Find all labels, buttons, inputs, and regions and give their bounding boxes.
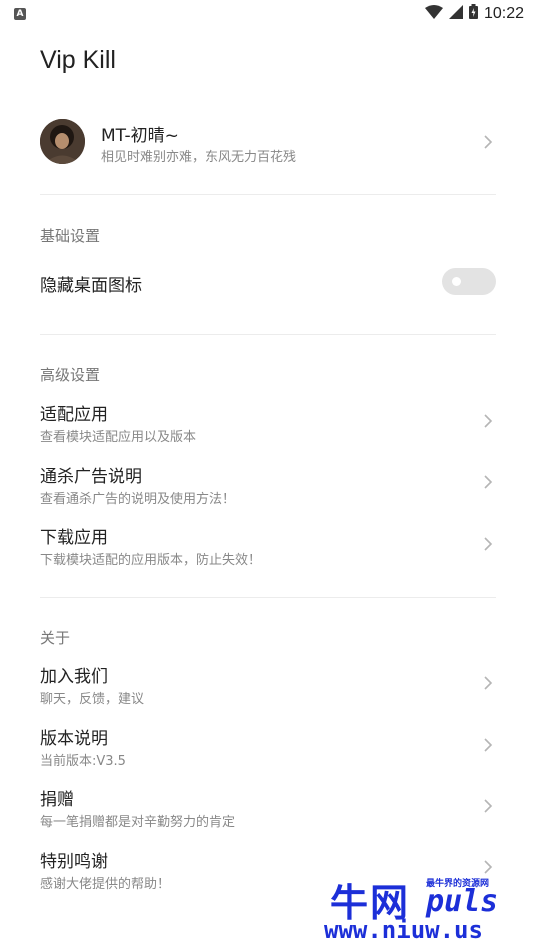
hide-icon-label: 隐藏桌面图标 — [40, 276, 142, 296]
chevron-right-icon — [482, 535, 494, 553]
section-title-basic: 基础设置 — [40, 227, 101, 245]
list-item-title: 通杀广告说明 — [40, 467, 142, 487]
chevron-right-icon — [482, 412, 494, 430]
toggle-knob — [452, 277, 461, 286]
list-item-subtitle: 当前版本:V3.5 — [40, 754, 126, 769]
list-item-subtitle: 每一笔捐赠都是对辛勤努力的肯定 — [40, 815, 236, 830]
list-item-title: 特别鸣谢 — [40, 852, 108, 872]
battery-icon — [468, 4, 478, 23]
list-item-subtitle: 查看通杀广告的说明及使用方法！ — [40, 492, 236, 507]
divider — [40, 194, 496, 195]
chevron-right-icon — [482, 797, 494, 815]
divider — [40, 334, 496, 335]
list-item-title: 下载应用 — [40, 528, 108, 548]
list-item-subtitle: 感谢大佬提供的帮助！ — [40, 877, 171, 892]
status-icons: 10:22 — [424, 4, 524, 23]
wifi-icon — [424, 4, 443, 23]
section-title-advanced: 高级设置 — [40, 366, 101, 384]
hide-icon-toggle[interactable] — [442, 268, 496, 295]
status-bar: A 10:22 — [0, 0, 536, 28]
list-item-title: 加入我们 — [40, 667, 108, 687]
watermark-brand: puls — [426, 884, 499, 919]
chevron-right-icon — [482, 736, 494, 754]
avatar — [40, 119, 85, 164]
profile-signature: 相见时难别亦难，东风无力百花残 — [101, 150, 297, 165]
profile-name: MT-初晴~ — [101, 126, 179, 146]
status-time: 10:22 — [483, 4, 524, 22]
page-title: Vip Kill — [40, 46, 116, 74]
list-item-subtitle: 下载模块适配的应用版本，防止失效！ — [40, 553, 262, 568]
profile-row[interactable]: MT-初晴~ 相见时难别亦难，东风无力百花残 — [0, 110, 536, 174]
section-title-about: 关于 — [40, 629, 71, 647]
chevron-right-icon — [482, 473, 494, 491]
notification-icon: A — [14, 8, 26, 20]
watermark-url: www.niuw.us — [324, 916, 483, 944]
watermark-logo: 牛网 最牛界的资源网 puls www.niuw.us — [322, 870, 536, 950]
chevron-right-icon — [482, 674, 494, 692]
list-item-subtitle: 查看模块适配应用以及版本 — [40, 430, 197, 445]
divider — [40, 597, 496, 598]
list-item-title: 版本说明 — [40, 729, 108, 749]
signal-icon — [448, 4, 463, 23]
list-item-subtitle: 聊天，反馈，建议 — [40, 692, 145, 707]
list-item-title: 捐赠 — [40, 790, 74, 810]
chevron-right-icon — [482, 133, 494, 151]
list-item-title: 适配应用 — [40, 405, 108, 425]
